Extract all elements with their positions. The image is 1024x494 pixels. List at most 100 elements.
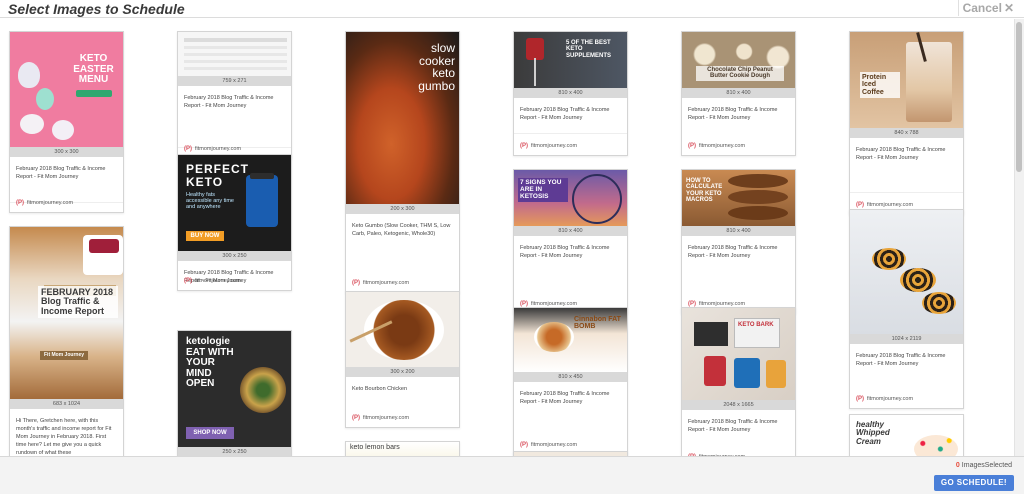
pinwheel-cookie-shape [922,292,956,314]
image-card[interactable]: slow cooker keto gumbo 200 x 300 Keto Gu… [345,31,460,293]
cheesecake-topping-shape [89,239,119,253]
thumbnail-image: KETO BARK [682,308,795,400]
image-dimensions: 840 x 788 [850,128,963,138]
thumbnail-caption: keto lemon bars [350,444,400,451]
go-schedule-button[interactable]: GO SCHEDULE! [933,475,1014,491]
thumbnail-image: HOW TO CALCULATE YOUR KETO MACROS [682,170,795,226]
image-card[interactable]: KETO EASTER MENU 300 x 300 February 2018… [9,31,124,213]
image-dimensions: 1024 x 2119 [850,334,963,344]
table-row-shape [184,67,287,70]
thumbnail-image: Chocolate Chip Peanut Butter Cookie Doug… [682,32,795,88]
thumbnail-subcaption: Healthy fats accessible any time and any… [186,192,234,210]
scrollbar-thumb[interactable] [1016,22,1022,172]
image-card[interactable]: HOW TO CALCULATE YOUR KETO MACROS 810 x … [681,169,796,314]
image-card[interactable]: PERFECT KETO Healthy fats accessible any… [177,154,292,291]
image-source: (P)fitmomjourney.com [688,143,746,149]
iced-coffee-glass-shape [906,42,952,122]
table-row-shape [184,53,287,56]
image-card[interactable]: healthy Whipped Cream [849,414,964,456]
thumbnail-caption: KETO EASTER MENU [73,53,114,85]
image-card[interactable]: ketologie EAT WITH YOUR MIND OPEN SHOP N… [177,330,292,456]
image-description: February 2018 Blog Traffic & Income Repo… [184,270,274,284]
thumbnail-caption: Cinnabon FAT BOMB [574,316,621,331]
image-card[interactable]: Protein Iced Coffee 840 x 788 February 2… [849,31,964,215]
image-card[interactable]: 759 x 271 February 2018 Blog Traffic & I… [177,31,292,159]
product-jar-shape [704,356,726,386]
image-card[interactable]: 7 SIGNS YOU ARE IN KETOSIS 810 x 400 Feb… [513,169,628,314]
selected-count: 0 ImagesSelected [956,462,1012,469]
image-source: (P)fitmomjourney.com [184,146,242,152]
salad-bowl-shape [240,367,286,413]
pinterest-icon: (P) [16,200,24,206]
image-dimensions: 810 x 400 [514,226,627,236]
pinterest-icon: (P) [856,202,864,208]
modal-header: Select Images to Schedule Cancel ✕ [0,0,1024,18]
pinterest-icon: (P) [184,278,192,284]
thumbnail-image [346,292,459,367]
modal-title: Select Images to Schedule [8,1,185,17]
thumbnail-caption: slow cooker keto gumbo [418,41,455,93]
pinterest-icon: (P) [688,143,696,149]
image-source: (P)fitmomjourney.com [856,202,914,208]
fork-shape [534,58,536,86]
cinnamon-roll-shape [534,322,574,352]
image-grid: KETO EASTER MENU 300 x 300 February 2018… [0,19,1014,456]
image-card[interactable]: keto lemon bars [345,441,460,456]
image-dimensions: 250 x 250 [178,447,291,456]
image-dimensions: 810 x 400 [682,226,795,236]
thumbnail-image [178,32,291,76]
image-card[interactable]: FEBRUARY 2018 Blog Traffic & Income Repo… [9,226,124,456]
thumbnail-image: Cinnabon FAT BOMB [514,308,627,372]
image-description: February 2018 Blog Traffic & Income Repo… [688,107,778,121]
product-jar-shape [246,175,278,227]
image-dimensions: 300 x 250 [178,251,291,261]
image-description: February 2018 Blog Traffic & Income Repo… [856,353,946,367]
thumbnail-image: PERFECT KETO Healthy fats accessible any… [178,155,291,251]
image-card[interactable]: KETO BARK 2048 x 1665 February 2018 Blog… [681,307,796,456]
image-source: (P)fitmomjourney.com [520,143,578,149]
image-description: February 2018 Blog Traffic & Income Repo… [688,245,778,259]
bunny-cookie-shape [52,120,74,140]
image-description: Hi There, Gretchen here, with this month… [16,418,112,455]
selected-count-label: ImagesSelected [961,462,1012,469]
meat-skewer-shape [526,38,544,60]
thumbnail-caption: HOW TO CALCULATE YOUR KETO MACROS [686,178,723,203]
bunny-cookie-shape [18,62,40,88]
image-card[interactable]: Chocolate Chip Peanut Butter Cookie Doug… [681,31,796,156]
image-description: February 2018 Blog Traffic & Income Repo… [856,147,946,161]
image-dimensions: 759 x 271 [178,76,291,86]
pinwheel-cookie-shape [900,268,936,292]
image-dimensions: 200 x 300 [346,204,459,214]
image-description: February 2018 Blog Traffic & Income Repo… [688,419,778,433]
image-source: (P)fitmomjourney.com [352,415,410,421]
image-card[interactable]: 5 OF THE BEST KETO SUPPLEMENTS 810 x 400… [513,31,628,156]
image-card[interactable]: 1024 x 2119 February 2018 Blog Traffic &… [849,209,964,409]
image-card[interactable]: 300 x 200 Keto Bourbon Chicken (P) fitmom… [345,291,460,428]
image-dimensions: 810 x 400 [514,88,627,98]
pinterest-icon: (P) [856,396,864,402]
thumbnail-image: FEBRUARY 2018 Blog Traffic & Income Repo… [10,227,123,399]
thumbnail-image: healthy Whipped Cream [850,415,963,456]
sprinkles-shape [914,435,958,456]
product-jar-shape [766,360,786,388]
thumbnail-caption: FEBRUARY 2018 Blog Traffic & Income Repo… [38,286,118,319]
thumbnail-image: slow cooker keto gumbo [346,32,459,204]
pinterest-icon: (P) [520,143,528,149]
cookie-stack-shape [728,206,788,220]
pinterest-icon: (P) [184,146,192,152]
table-row-shape [184,46,287,49]
thumbnail-caption: healthy Whipped Cream [856,420,890,446]
thumbnail-caption: Chocolate Chip Peanut Butter Cookie Doug… [696,66,784,81]
product-jar-shape [734,358,760,388]
image-description: February 2018 Blog Traffic & Income Repo… [520,107,610,121]
image-card[interactable]: Cinnabon FAT BOMB 810 x 450 February 201… [513,307,628,455]
cancel-button[interactable]: Cancel ✕ [957,0,1018,16]
cookie-stack-shape [728,174,788,188]
bunny-cookie-shape [20,114,44,134]
thumbnail-subcaption: Fit Mom Journey [40,351,89,361]
thumbnail-image: KETO EASTER MENU [10,32,123,147]
thumbnail-image: 5 OF THE BEST KETO SUPPLEMENTS [514,32,627,88]
image-source: (P)fitmomjourney.com [856,396,914,402]
image-source: (P)fitmomjourney.com [352,280,410,286]
image-dimensions: 683 x 1024 [10,399,123,409]
